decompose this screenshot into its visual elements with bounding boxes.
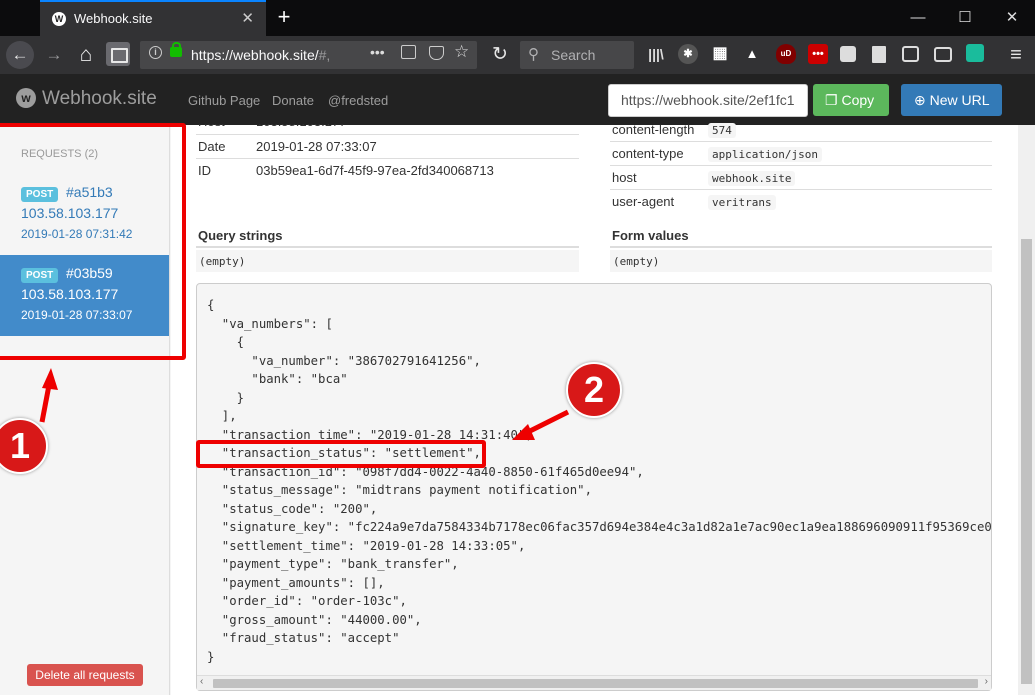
new-tab-button[interactable]: +	[272, 4, 296, 30]
eye-extension-icon[interactable]: ▲	[742, 44, 762, 64]
brand-name[interactable]: Webhook.site	[42, 88, 157, 110]
nav-fredsted[interactable]: @fredsted	[328, 93, 388, 108]
annotation-marker-2: 2	[566, 362, 622, 418]
reader-extension-icon[interactable]	[840, 46, 856, 62]
webhook-logo-icon: w	[16, 88, 36, 108]
maximize-window-button[interactable]: ☐	[953, 6, 977, 30]
header-value-user-agent: veritrans	[708, 195, 776, 210]
header-key-content-type: content-type	[612, 146, 684, 161]
header-value-content-length: 574	[708, 123, 736, 138]
save-extension-icon[interactable]	[966, 44, 984, 62]
nav-donate[interactable]: Donate	[272, 93, 314, 108]
divider	[610, 165, 992, 166]
bookmark-star-icon[interactable]: ☆	[454, 42, 469, 62]
home-button[interactable]: ⌂	[72, 41, 100, 69]
scroll-left-icon[interactable]: ‹	[200, 676, 203, 687]
form-values-title: Form values	[612, 228, 689, 243]
copy-icon: ❐	[825, 92, 838, 108]
header-value-content-type: application/json	[708, 147, 822, 162]
new-url-button[interactable]: ⊕ New URL	[901, 84, 1002, 116]
forward-button[interactable]: →	[40, 41, 68, 69]
menu-icon[interactable]: ≡	[1002, 41, 1030, 69]
divider	[196, 158, 579, 159]
raw-body-json: { "va_numbers": [ { "va_number": "386702…	[207, 298, 992, 664]
divider	[196, 246, 579, 248]
horizontal-scroll-thumb[interactable]	[213, 679, 978, 688]
divider	[610, 189, 992, 190]
tab-title: Webhook.site	[74, 11, 153, 26]
dots-extension-icon[interactable]: •••	[808, 44, 828, 64]
search-icon: ⚲	[528, 46, 539, 63]
library-icon[interactable]: |||\	[646, 44, 666, 64]
plus-circle-icon: ⊕	[914, 92, 926, 108]
bug-extension-icon[interactable]: ✱	[678, 44, 698, 64]
browser-tabstrip: W Webhook.site ✕ + — ☐ ✕	[0, 0, 1035, 36]
header-value-host: webhook.site	[708, 171, 796, 186]
query-strings-empty: (empty)	[199, 255, 246, 268]
detail-key-date: Date	[198, 139, 226, 154]
sidebar-toggle-icon[interactable]	[106, 42, 130, 66]
vertical-scroll-thumb[interactable]	[1021, 239, 1032, 684]
new-url-label: New URL	[929, 92, 990, 108]
delete-all-requests-button[interactable]: Delete all requests	[27, 664, 143, 686]
reader-view-icon[interactable]	[401, 45, 416, 59]
header-key-user-agent: user-agent	[612, 194, 675, 209]
detail-key-id: ID	[198, 163, 211, 178]
annotation-box-requests	[0, 123, 186, 360]
divider	[610, 246, 992, 248]
address-url: https://webhook.site/#,	[191, 47, 331, 63]
site-info-icon[interactable]: i	[149, 46, 162, 59]
close-window-button[interactable]: ✕	[1000, 6, 1024, 30]
divider	[196, 134, 579, 135]
detail-value-date: 2019-01-28 07:33:07	[256, 139, 377, 154]
ublock-icon[interactable]: uD	[776, 44, 796, 64]
query-strings-box	[196, 250, 579, 272]
horizontal-scrollbar[interactable]: ‹ ›	[197, 675, 991, 690]
header-key-host: host	[612, 170, 637, 185]
nav-github-page[interactable]: Github Page	[188, 93, 260, 108]
form-values-box	[610, 250, 992, 272]
search-placeholder: Search	[551, 47, 596, 63]
grid-extension-icon[interactable]: ▦	[710, 44, 730, 64]
browser-navbar: ← → ⌂ i https://webhook.site/#, ••• ☆ ↻ …	[0, 36, 1035, 74]
webhook-url-input[interactable]: https://webhook.site/2ef1fc1	[608, 84, 808, 117]
vertical-scrollbar[interactable]	[1018, 125, 1035, 695]
raw-body-panel: { "va_numbers": [ { "va_number": "386702…	[196, 283, 992, 691]
copy-label: Copy	[841, 92, 875, 108]
minimize-window-button[interactable]: —	[906, 6, 930, 30]
page-actions-icon[interactable]: •••	[370, 44, 385, 60]
scroll-right-icon[interactable]: ›	[985, 676, 988, 687]
secure-lock-icon	[170, 42, 182, 57]
annotation-box-transaction-status	[196, 440, 486, 468]
browser-tab[interactable]: W Webhook.site ✕	[40, 0, 266, 36]
pocket-icon[interactable]	[429, 46, 444, 60]
address-bar[interactable]: i https://webhook.site/#, ••• ☆	[140, 41, 477, 69]
webhook-favicon-icon: W	[52, 12, 66, 26]
search-box[interactable]: ⚲ Search	[520, 41, 634, 69]
divider	[610, 141, 992, 142]
copy-button[interactable]: ❐ Copy	[813, 84, 889, 116]
screenshot-extension-icon[interactable]	[934, 47, 952, 62]
reload-button[interactable]: ↻	[486, 41, 514, 69]
edit-extension-icon[interactable]	[902, 46, 919, 62]
back-button[interactable]: ←	[6, 41, 34, 69]
detail-value-id: 03b59ea1-6d7f-45f9-97ea-2fd340068713	[256, 163, 494, 178]
header-key-content-length: content-length	[612, 122, 695, 137]
query-strings-title: Query strings	[198, 228, 283, 243]
close-tab-icon[interactable]: ✕	[241, 9, 254, 27]
form-values-empty: (empty)	[613, 255, 660, 268]
clipboard-extension-icon[interactable]	[872, 46, 886, 63]
